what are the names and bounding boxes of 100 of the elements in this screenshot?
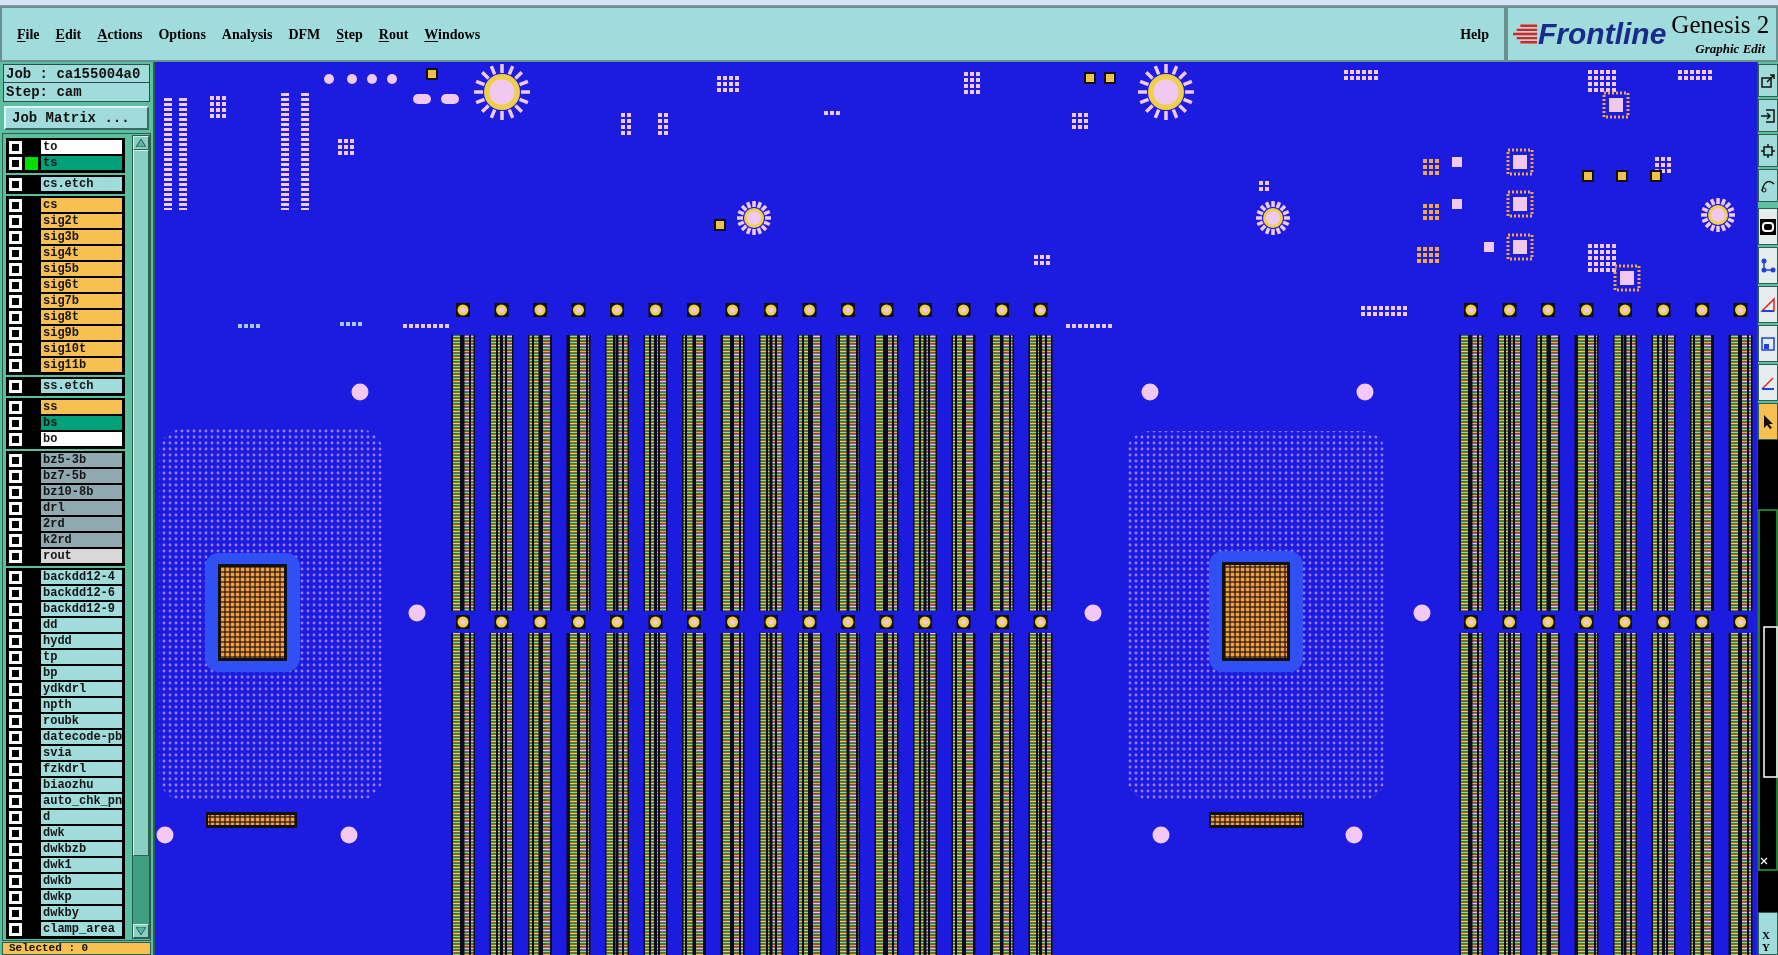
menu-item[interactable]: Rout (375, 23, 412, 45)
layer-checkbox[interactable] (9, 310, 22, 324)
layer-name[interactable]: bp (41, 666, 122, 680)
layer-checkbox[interactable] (9, 294, 22, 308)
layer-name[interactable]: sig2t (41, 214, 122, 228)
layer-name[interactable]: tp (41, 650, 122, 664)
menu-item[interactable]: Step (333, 23, 366, 45)
layer-checkbox[interactable] (9, 358, 22, 372)
layer-checkbox[interactable] (9, 810, 22, 824)
tool-button[interactable] (1758, 99, 1778, 132)
layer-checkbox[interactable] (9, 326, 22, 340)
layer-checkbox[interactable] (9, 198, 22, 212)
layer-name[interactable]: sig11b (41, 358, 122, 372)
layer-checkbox[interactable] (9, 400, 22, 414)
layer-checkbox[interactable] (9, 714, 22, 728)
layer-name[interactable]: biaozhu (41, 778, 122, 792)
tool-button[interactable] (1758, 403, 1778, 440)
layer-checkbox[interactable] (9, 214, 22, 228)
layer-checkbox[interactable] (9, 140, 22, 154)
layer-checkbox[interactable] (9, 842, 22, 856)
tool-button[interactable] (1758, 325, 1778, 362)
layer-checkbox[interactable] (9, 762, 22, 776)
layer-name[interactable]: datecode-pb (41, 730, 122, 744)
layer-name[interactable]: bz7-5b (41, 469, 122, 483)
layer-checkbox[interactable] (9, 922, 22, 936)
layer-name[interactable]: ts (41, 156, 122, 170)
layer-name[interactable]: svia (41, 746, 122, 760)
layer-checkbox[interactable] (9, 517, 22, 531)
layer-checkbox[interactable] (9, 262, 22, 276)
tool-button[interactable] (1758, 169, 1778, 202)
layer-name[interactable]: sig3b (41, 230, 122, 244)
layer-checkbox[interactable] (9, 469, 22, 483)
layer-checkbox[interactable] (9, 416, 22, 430)
scrollbar-thumb[interactable] (133, 150, 149, 856)
layer-name[interactable]: sig5b (41, 262, 122, 276)
menu-item[interactable]: Windows (421, 23, 484, 45)
layer-checkbox[interactable] (9, 432, 22, 446)
layer-name[interactable]: sig4t (41, 246, 122, 260)
layer-checkbox[interactable] (9, 666, 22, 680)
display-color-swatch[interactable] (25, 156, 38, 170)
layer-checkbox[interactable] (9, 874, 22, 888)
layer-name[interactable]: sig8t (41, 310, 122, 324)
menu-item[interactable]: Analysis (218, 23, 276, 45)
layer-checkbox[interactable] (9, 156, 22, 170)
layer-name[interactable]: dwkbzb (41, 842, 122, 856)
layer-name[interactable]: dwkp (41, 890, 122, 904)
layer-name[interactable]: sig10t (41, 342, 122, 356)
layer-name[interactable]: roubk (41, 714, 122, 728)
tool-button[interactable] (1758, 134, 1778, 167)
pcb-canvas[interactable] (155, 62, 1757, 955)
tool-button[interactable] (1758, 64, 1778, 97)
layer-checkbox[interactable] (9, 794, 22, 808)
layer-checkbox[interactable] (9, 230, 22, 244)
layer-checkbox[interactable] (9, 342, 22, 356)
layer-name[interactable]: to (41, 140, 122, 154)
layer-checkbox[interactable] (9, 278, 22, 292)
layer-name[interactable]: sig6t (41, 278, 122, 292)
layer-name[interactable]: fzkdrl (41, 762, 122, 776)
scrollbar[interactable] (132, 135, 150, 939)
layer-name[interactable]: cs.etch (41, 177, 122, 191)
layer-name[interactable]: backdd12-6 (41, 586, 122, 600)
layer-name[interactable]: drl (41, 501, 122, 515)
layer-name[interactable]: d (41, 810, 122, 824)
tool-button[interactable] (1758, 247, 1778, 284)
layer-name[interactable]: rout (41, 549, 122, 563)
layer-name[interactable]: 2rd (41, 517, 122, 531)
layer-checkbox[interactable] (9, 698, 22, 712)
layer-name[interactable]: dd (41, 618, 122, 632)
layer-checkbox[interactable] (9, 890, 22, 904)
menu-item[interactable]: Edit (52, 23, 85, 45)
layer-name[interactable]: npth (41, 698, 122, 712)
help-menu[interactable]: Help (1457, 23, 1492, 45)
layer-name[interactable]: dwkby (41, 906, 122, 920)
layer-checkbox[interactable] (9, 485, 22, 499)
layer-name[interactable]: bz5-3b (41, 453, 122, 467)
layer-name[interactable]: dwk (41, 826, 122, 840)
layer-name[interactable]: sig7b (41, 294, 122, 308)
layer-checkbox[interactable] (9, 906, 22, 920)
layer-name[interactable]: k2rd (41, 533, 122, 547)
tool-button[interactable] (1758, 208, 1778, 245)
tool-button[interactable] (1758, 364, 1778, 401)
layer-name[interactable]: ydkdrl (41, 682, 122, 696)
layer-checkbox[interactable] (9, 501, 22, 515)
layer-checkbox[interactable] (9, 746, 22, 760)
layer-name[interactable]: backdd12-4 (41, 570, 122, 584)
layer-checkbox[interactable] (9, 730, 22, 744)
layer-checkbox[interactable] (9, 246, 22, 260)
layer-checkbox[interactable] (9, 858, 22, 872)
layer-checkbox[interactable] (9, 618, 22, 632)
menu-item[interactable]: File (14, 23, 43, 45)
layer-checkbox[interactable] (9, 177, 22, 191)
layer-name[interactable]: clamp_area (41, 922, 122, 936)
layer-checkbox[interactable] (9, 602, 22, 616)
layer-name[interactable]: bo (41, 432, 122, 446)
layer-checkbox[interactable] (9, 586, 22, 600)
layer-checkbox[interactable] (9, 549, 22, 563)
layer-name[interactable]: backdd12-9 (41, 602, 122, 616)
layer-name[interactable]: cs (41, 198, 122, 212)
layer-name[interactable]: dwk1 (41, 858, 122, 872)
tool-button[interactable] (1758, 286, 1778, 323)
